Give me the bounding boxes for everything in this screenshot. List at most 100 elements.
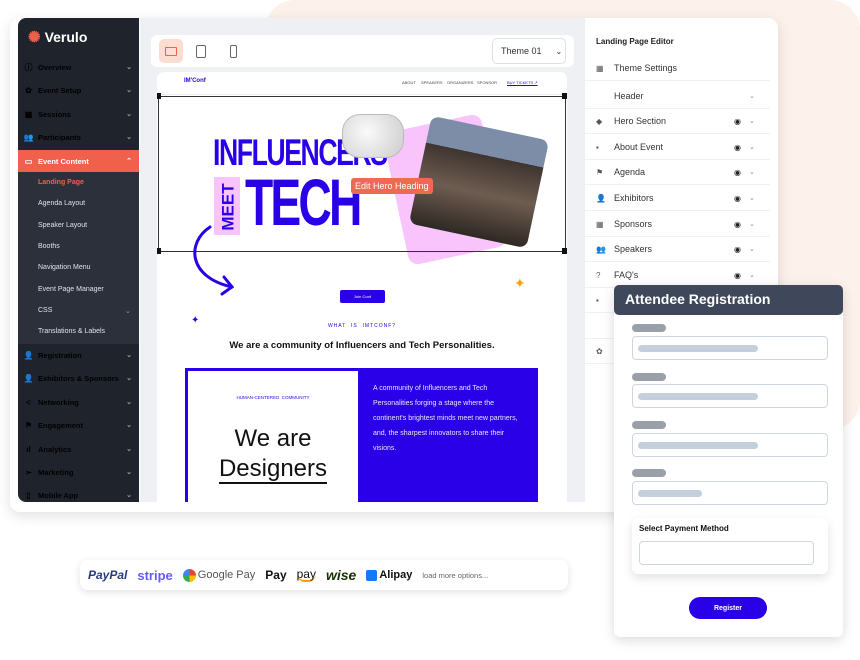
submenu-item[interactable]: Booths xyxy=(38,243,60,250)
sidebar-item-marketing[interactable]: ➢ Marketing ⌄ xyxy=(18,461,139,483)
submenu-item[interactable]: Speaker Layout xyxy=(38,222,87,229)
sidebar-item-networking[interactable]: < Networking ⌄ xyxy=(18,391,139,413)
tablet-icon xyxy=(196,44,206,58)
submenu-item[interactable]: Agenda Layout xyxy=(38,200,85,207)
about-blurb: A community of Influencers and Tech Pers… xyxy=(361,368,538,502)
mobile-icon: ▯ xyxy=(26,490,31,500)
nav-link[interactable]: BUY TICKETS ↗ xyxy=(507,80,538,85)
users-icon: 👥 xyxy=(596,244,606,254)
form-field[interactable] xyxy=(632,481,828,505)
chevron-down-icon[interactable]: ⌄ xyxy=(749,143,755,151)
resize-handle[interactable] xyxy=(157,93,161,99)
eye-icon[interactable]: ◉ xyxy=(734,194,741,203)
grid-icon: ▦ xyxy=(596,219,604,229)
chevron-up-icon: ⌃ xyxy=(126,158,132,165)
eye-icon[interactable]: ◉ xyxy=(734,143,741,152)
nav-link[interactable]: ORGANIZERS xyxy=(447,80,473,85)
submenu-item[interactable]: Translations & Labels xyxy=(38,328,105,335)
nav-link[interactable]: SPEAKERS xyxy=(421,80,443,85)
sidebar-item-registration[interactable]: 👤 Registration ⌄ xyxy=(18,344,139,366)
logo: ✺ Verulo xyxy=(28,29,88,46)
chevron-down-icon: ⌄ xyxy=(126,134,132,141)
chevron-down-icon: ⌄ xyxy=(126,111,132,118)
section-headline: We are a community of Influencers and Te… xyxy=(229,340,495,351)
chevron-down-icon: ⌄ xyxy=(555,46,563,56)
submenu-item[interactable]: Landing Page xyxy=(38,179,84,186)
eye-icon[interactable]: ◉ xyxy=(734,245,741,254)
editor-row-exhibitors[interactable]: 👤 Exhibitors ◉ ⌄ xyxy=(585,186,770,211)
chevron-down-icon[interactable]: ⌄ xyxy=(749,117,755,125)
chevron-down-icon[interactable]: ⌄ xyxy=(749,271,755,279)
wise-logo: wise xyxy=(325,567,357,583)
sidebar-item-analytics[interactable]: ıl Analytics ⌄ xyxy=(18,438,139,460)
eye-icon[interactable]: ◉ xyxy=(734,271,741,280)
form-field[interactable] xyxy=(632,384,828,408)
chevron-down-icon: ⌄ xyxy=(126,375,132,382)
preview-toolbar: Theme 01 ⌄ xyxy=(151,35,574,67)
chevron-down-icon[interactable]: ⌄ xyxy=(749,194,755,202)
sidebar-item-exhibitors-sponsors[interactable]: 👤 Exhibitors & Sponsors ⌄ xyxy=(18,367,139,389)
mobile-view-button[interactable] xyxy=(221,39,245,63)
mobile-icon xyxy=(229,44,237,58)
editor-row-header[interactable]: Header ⌄ xyxy=(585,84,770,109)
field-label-placeholder xyxy=(632,469,666,477)
sidebar-item-overview[interactable]: ⓘ Overview ⌄ xyxy=(18,56,139,78)
info-icon: ⓘ xyxy=(24,62,33,72)
submenu-item[interactable]: Navigation Menu xyxy=(38,264,91,271)
resize-handle[interactable] xyxy=(562,93,567,99)
field-label-placeholder xyxy=(632,324,666,332)
eye-icon[interactable]: ◉ xyxy=(734,168,741,177)
google-pay-logo: Google Pay xyxy=(182,568,255,582)
payment-method-box: Select Payment Method xyxy=(632,518,828,574)
conf-logo: IM'Conf xyxy=(184,78,206,84)
desktop-view-button[interactable] xyxy=(159,39,183,63)
chevron-down-icon[interactable]: ⌄ xyxy=(749,245,755,253)
sidebar-item-event-content[interactable]: ▭ Event Content ⌃ xyxy=(18,150,139,172)
chevron-down-icon[interactable]: ⌄ xyxy=(749,92,755,100)
register-button[interactable]: Register xyxy=(689,597,767,619)
calendar-icon: ▭ xyxy=(24,156,33,166)
join-conf-button[interactable]: Join Conf xyxy=(340,290,385,303)
submenu-item[interactable]: Event Page Manager xyxy=(38,286,104,293)
sidebar-item-event-setup[interactable]: ✿ Event Setup ⌄ xyxy=(18,79,139,101)
grid-icon: ▦ xyxy=(596,63,604,73)
nav-link[interactable]: SPONSOR xyxy=(477,80,497,85)
chevron-down-icon: ⌄ xyxy=(126,87,132,94)
chevron-down-icon: ⌄ xyxy=(126,469,132,476)
stripe-logo: stripe xyxy=(137,567,173,583)
chevron-down-icon[interactable]: ⌄ xyxy=(749,220,755,228)
eye-icon[interactable]: ◉ xyxy=(734,117,741,126)
registration-title: Attendee Registration xyxy=(614,285,843,315)
editor-row-hero-section[interactable]: ◆ Hero Section ◉ ⌄ xyxy=(585,109,770,134)
chevron-down-icon: ⌄ xyxy=(126,446,132,453)
editor-row-agenda[interactable]: ⚑ Agenda ◉ ⌄ xyxy=(585,160,770,185)
alipay-icon xyxy=(366,569,378,581)
chevron-down-icon[interactable]: ⌄ xyxy=(749,168,755,176)
chevron-down-icon: ⌄ xyxy=(126,399,132,406)
eye-icon[interactable]: ◉ xyxy=(734,220,741,229)
briefcase-icon: ▪ xyxy=(596,295,599,305)
sidebar-item-participants[interactable]: 👥 Participants ⌄ xyxy=(18,126,139,148)
nav-link[interactable]: ABOUT xyxy=(402,80,416,85)
form-field[interactable] xyxy=(632,336,828,360)
payment-method-select[interactable] xyxy=(639,541,814,565)
editor-row-theme-settings[interactable]: ▦ Theme Settings xyxy=(585,56,770,81)
form-field[interactable] xyxy=(632,433,828,457)
sidebar-item-mobile-app[interactable]: ▯ Mobile App ⌄ xyxy=(18,484,139,506)
theme-select[interactable]: Theme 01 ⌄ xyxy=(492,38,566,64)
editor-row-speakers[interactable]: 👥 Speakers ◉ ⌄ xyxy=(585,237,770,262)
resize-handle[interactable] xyxy=(157,248,161,254)
gear-icon: ✿ xyxy=(25,85,32,95)
tablet-view-button[interactable] xyxy=(189,39,213,63)
user-icon: 👤 xyxy=(23,373,34,383)
event-content-submenu xyxy=(18,172,139,344)
sidebar-item-sessions[interactable]: ▦ Sessions ⌄ xyxy=(18,103,139,125)
resize-handle[interactable] xyxy=(562,248,567,254)
sidebar-item-engagement[interactable]: ⚑ Engagement ⌄ xyxy=(18,414,139,436)
editor-row-sponsors[interactable]: ▦ Sponsors ◉ ⌄ xyxy=(585,212,770,237)
users-icon: 👥 xyxy=(23,132,34,142)
gear-icon: ✿ xyxy=(596,346,603,356)
load-more-payments-link[interactable]: load more options... xyxy=(422,571,488,580)
submenu-item[interactable]: CSS xyxy=(38,307,52,314)
editor-row-about-event[interactable]: ▪ About Event ◉ ⌄ xyxy=(585,135,770,160)
